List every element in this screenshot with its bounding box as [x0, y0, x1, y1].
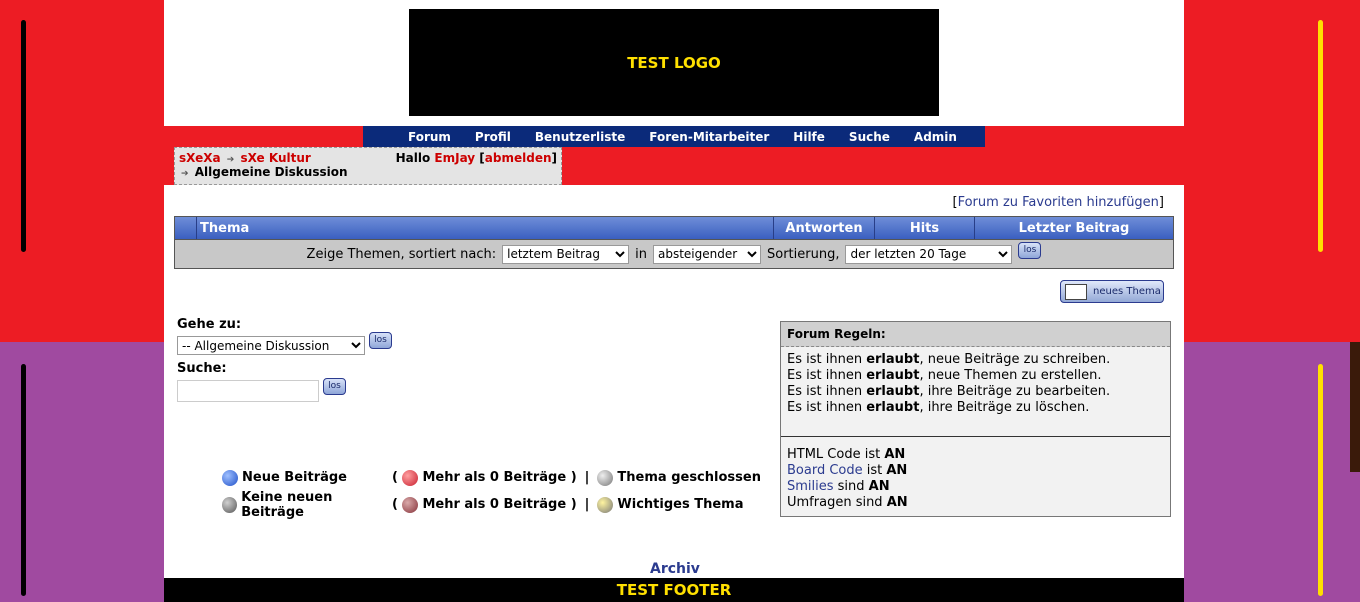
no-new-posts-icon — [222, 496, 238, 513]
rules-permissions: Es ist ihnen erlaubt, neue Beiträge zu s… — [781, 347, 1170, 437]
jump-go-button[interactable]: los — [369, 332, 392, 349]
breadcrumb-sub[interactable]: sXe Kultur — [240, 151, 310, 165]
decor-bar-right-bottom — [1318, 364, 1323, 596]
breadcrumb: sXeXa ➔ sXe Kultur Hallo EmJay [abmelden… — [174, 147, 562, 185]
search-input[interactable] — [177, 380, 319, 402]
nav-profil[interactable]: Profil — [475, 130, 511, 144]
lock-icon — [597, 469, 614, 486]
sort-order-select[interactable]: absteigender — [652, 244, 761, 264]
header-antworten: Antworten — [773, 217, 874, 239]
username-link[interactable]: EmJay — [434, 151, 475, 165]
legend-important: Wichtiges Thema — [617, 497, 744, 512]
sort-go-button[interactable]: los — [1018, 241, 1042, 259]
forum-content: [Forum zu Favoriten hinzufügen] Thema An… — [164, 185, 1184, 578]
archive-link[interactable]: Archiv — [650, 561, 700, 577]
logo[interactable]: TEST LOGO — [409, 9, 939, 116]
legend-closed: Thema geschlossen — [617, 470, 761, 485]
rule-line: Es ist ihnen erlaubt, ihre Beiträge zu l… — [787, 400, 1090, 415]
sort-prefix: Zeige Themen, sortiert nach: — [306, 246, 497, 262]
rules-title: Forum Regeln: — [781, 322, 1170, 347]
jump-search-panel: Gehe zu: -- Allgemeine Diskussion los Su… — [177, 317, 392, 402]
nav-forum[interactable]: Forum — [408, 130, 451, 144]
nav-hilfe[interactable]: Hilfe — [793, 130, 825, 144]
add-favorite-link[interactable]: Forum zu Favoriten hinzufügen — [958, 195, 1159, 210]
sort-row: Zeige Themen, sortiert nach: letztem Bei… — [174, 240, 1174, 269]
rule-line: Es ist ihnen erlaubt, ihre Beiträge zu b… — [787, 384, 1111, 399]
rule-line: Es ist ihnen erlaubt, neue Beiträge zu s… — [787, 352, 1111, 367]
sort-range-select[interactable]: der letzten 20 Tage — [845, 244, 1013, 264]
header-hits: Hits — [874, 217, 974, 239]
breadcrumb-arrow-icon: ➔ — [181, 169, 189, 179]
breadcrumb-arrow-icon: ➔ — [226, 155, 235, 165]
sort-sortierung-text: Sortierung, — [766, 246, 840, 262]
sort-in-text: in — [635, 246, 647, 262]
nav-suche[interactable]: Suche — [849, 130, 890, 144]
greeting: Hallo — [395, 151, 431, 165]
header-thema: Thema — [196, 217, 773, 239]
new-posts-icon — [222, 469, 238, 486]
new-topic-icon — [1065, 283, 1087, 300]
nav-admin[interactable]: Admin — [914, 130, 957, 144]
decor-bar-right-top — [1318, 20, 1323, 252]
nav-benutzerliste[interactable]: Benutzerliste — [535, 130, 625, 144]
breadcrumb-current: Allgemeine Diskussion — [194, 165, 348, 179]
board-code-link[interactable]: Board Code — [787, 463, 863, 478]
footer-text: TEST FOOTER — [616, 581, 732, 599]
hot-new-posts-icon — [402, 469, 419, 486]
forum-rules-box: Forum Regeln: Es ist ihnen erlaubt, neue… — [780, 321, 1171, 517]
header-icon-col — [175, 217, 196, 239]
decor-bar-left-bottom — [21, 364, 26, 596]
hot-no-new-posts-icon — [402, 496, 419, 513]
important-icon — [597, 496, 614, 513]
jump-select[interactable]: -- Allgemeine Diskussion — [177, 336, 365, 355]
decor-edge-right — [1350, 342, 1360, 472]
new-topic-button[interactable]: neues Thema — [1060, 280, 1164, 303]
jump-label: Gehe zu: — [177, 317, 242, 332]
smilies-link[interactable]: Smilies — [787, 479, 834, 494]
board-code-status: Board Code ist AN — [787, 463, 908, 478]
header: TEST LOGO — [164, 0, 1184, 126]
header-letzter-beitrag: Letzter Beitrag — [974, 217, 1173, 239]
smilies-status: Smilies sind AN — [787, 479, 890, 494]
legend-more-than-0: Mehr als 0 Beiträge — [422, 470, 567, 485]
nav-foren-mitarbeiter[interactable]: Foren-Mitarbeiter — [649, 130, 769, 144]
sort-field-select[interactable]: letztem Beitrag — [502, 244, 630, 264]
decor-bar-left-top — [21, 20, 26, 252]
umfragen-status: Umfragen sind AN — [787, 495, 908, 510]
topic-table-header: Thema Antworten Hits Letzter Beitrag — [174, 216, 1174, 240]
legend-no-new-posts: Keine neuen Beiträge — [241, 489, 333, 520]
rule-line: Es ist ihnen erlaubt, neue Themen zu ers… — [787, 368, 1102, 383]
main-nav: Forum Profil Benutzerliste Foren-Mitarbe… — [363, 126, 985, 147]
search-go-button[interactable]: los — [323, 378, 346, 395]
html-code-status: HTML Code ist AN — [787, 447, 906, 462]
legend-more-than-0-b: Mehr als 0 Beiträge — [422, 497, 567, 512]
footer: TEST FOOTER — [164, 578, 1184, 602]
new-topic-label: neues Thema — [1093, 286, 1161, 297]
legend-new-posts: Neue Beiträge — [242, 470, 347, 485]
search-label: Suche: — [177, 361, 227, 376]
favorite-link-wrapper: [Forum zu Favoriten hinzufügen] — [952, 195, 1164, 210]
rules-codes: HTML Code ist AN Board Code ist AN Smili… — [781, 437, 1170, 521]
logo-text: TEST LOGO — [627, 53, 721, 72]
breadcrumb-root[interactable]: sXeXa — [179, 151, 221, 165]
topic-legend: Neue Beiträge ( Mehr als 0 Beiträge ) | … — [222, 464, 761, 520]
logout-link[interactable]: abmelden — [485, 151, 552, 165]
